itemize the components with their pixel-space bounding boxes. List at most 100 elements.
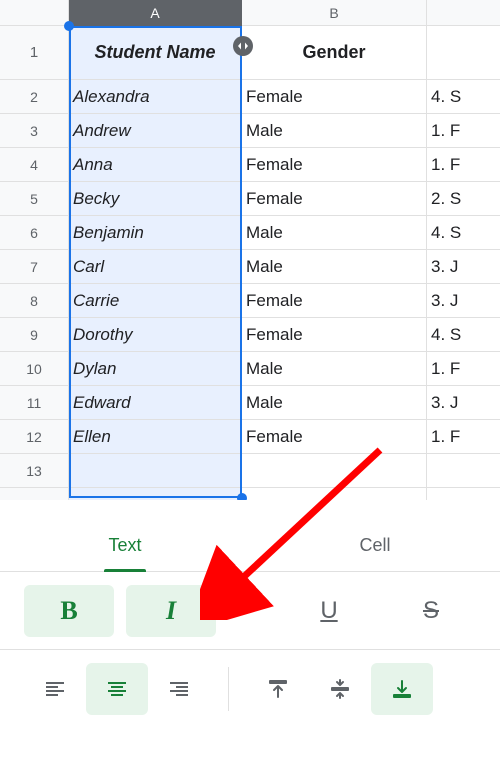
tab-text[interactable]: Text [0,520,250,571]
row-header-10[interactable]: 10 [0,352,69,386]
row-header-11[interactable]: 11 [0,386,69,420]
cell-C4[interactable]: 1. F [427,148,500,182]
column-resize-handle[interactable] [233,36,253,56]
align-center-icon [105,677,129,701]
cell-B4[interactable]: Female [242,148,427,182]
cell-A6[interactable]: Benjamin [69,216,242,250]
row-header-1[interactable]: 1 [0,26,69,80]
cell-C12[interactable]: 1. F [427,420,500,454]
format-panel: Text Cell B I U S [0,520,500,728]
cell-A12[interactable]: Ellen [69,420,242,454]
row-9: 9DorothyFemale4. S [0,318,500,352]
italic-icon: I [166,596,176,626]
cell-B1[interactable]: Gender [242,26,427,80]
cell-B3[interactable]: Male [242,114,427,148]
valign-middle-button[interactable] [309,663,371,715]
row-6: 6BenjaminMale4. S [0,216,500,250]
cell-B7[interactable]: Male [242,250,427,284]
cell-C3[interactable]: 1. F [427,114,500,148]
row-header-2[interactable]: 2 [0,80,69,114]
cell-A14[interactable] [69,488,242,500]
selection-handle-top[interactable] [64,21,74,31]
cell-C2[interactable]: 4. S [427,80,500,114]
row-header-12[interactable]: 12 [0,420,69,454]
cell-A11[interactable]: Edward [69,386,242,420]
valign-top-icon [266,677,290,701]
row-header-13[interactable]: 13 [0,454,69,488]
align-right-button[interactable] [148,663,210,715]
row-header-7[interactable]: 7 [0,250,69,284]
row-header-8[interactable]: 8 [0,284,69,318]
row-2: 2AlexandraFemale4. S [0,80,500,114]
cell-C11[interactable]: 3. J [427,386,500,420]
row-13: 13 [0,454,500,488]
column-header-C[interactable] [427,0,500,26]
row-10: 10DylanMale1. F [0,352,500,386]
cell-C5[interactable]: 2. S [427,182,500,216]
selection-handle-bottom[interactable] [237,493,247,500]
bold-button[interactable]: B [24,585,114,637]
row-header-3[interactable]: 3 [0,114,69,148]
cell-B8[interactable]: Female [242,284,427,318]
row-header-5[interactable]: 5 [0,182,69,216]
cell-B2[interactable]: Female [242,80,427,114]
text-style-row: B I U S [0,572,500,650]
cell-A5[interactable]: Becky [69,182,242,216]
cell-C14[interactable] [427,488,500,500]
cell-B12[interactable]: Female [242,420,427,454]
resize-horizontal-icon [237,40,249,52]
cell-B9[interactable]: Female [242,318,427,352]
row-11: 11EdwardMale3. J [0,386,500,420]
cell-A1[interactable]: Student Name [69,26,242,80]
underline-button[interactable]: U [284,585,374,637]
row-5: 5BeckyFemale2. S [0,182,500,216]
cell-A8[interactable]: Carrie [69,284,242,318]
align-left-button[interactable] [24,663,86,715]
row-header-14[interactable]: 14 [0,488,69,500]
valign-bottom-button[interactable] [371,663,433,715]
cell-C7[interactable]: 3. J [427,250,500,284]
align-left-icon [43,677,67,701]
align-center-button[interactable] [86,663,148,715]
cell-A9[interactable]: Dorothy [69,318,242,352]
alignment-divider [228,667,229,711]
cell-B11[interactable]: Male [242,386,427,420]
cell-C10[interactable]: 1. F [427,352,500,386]
cell-C13[interactable] [427,454,500,488]
row-7: 7CarlMale3. J [0,250,500,284]
italic-button[interactable]: I [126,585,216,637]
cell-A7[interactable]: Carl [69,250,242,284]
cell-C9[interactable]: 4. S [427,318,500,352]
cell-C8[interactable]: 3. J [427,284,500,318]
bold-icon: B [60,596,77,626]
cell-A10[interactable]: Dylan [69,352,242,386]
strikethrough-icon: S [423,597,439,625]
tab-cell[interactable]: Cell [250,520,500,571]
select-all-corner[interactable] [0,0,69,26]
alignment-row [0,650,500,728]
spreadsheet-area[interactable]: A B 1 Student Name Gender 2AlexandraFema… [0,0,500,500]
cell-B14[interactable] [242,488,427,500]
column-header-B[interactable]: B [242,0,427,26]
valign-top-button[interactable] [247,663,309,715]
cell-A13[interactable] [69,454,242,488]
cell-B6[interactable]: Male [242,216,427,250]
cell-B5[interactable]: Female [242,182,427,216]
cell-C6[interactable]: 4. S [427,216,500,250]
cell-A4[interactable]: Anna [69,148,242,182]
row-header-9[interactable]: 9 [0,318,69,352]
row-header-4[interactable]: 4 [0,148,69,182]
row-header-6[interactable]: 6 [0,216,69,250]
row-4: 4AnnaFemale1. F [0,148,500,182]
row-14: 14 [0,488,500,500]
cell-A2[interactable]: Alexandra [69,80,242,114]
cell-B10[interactable]: Male [242,352,427,386]
column-header-A[interactable]: A [69,0,242,26]
valign-bottom-icon [390,677,414,701]
underline-icon: U [320,597,337,625]
cell-C1[interactable] [427,26,500,80]
strikethrough-button[interactable]: S [386,585,476,637]
column-header-row: A B [0,0,500,26]
cell-B13[interactable] [242,454,427,488]
cell-A3[interactable]: Andrew [69,114,242,148]
